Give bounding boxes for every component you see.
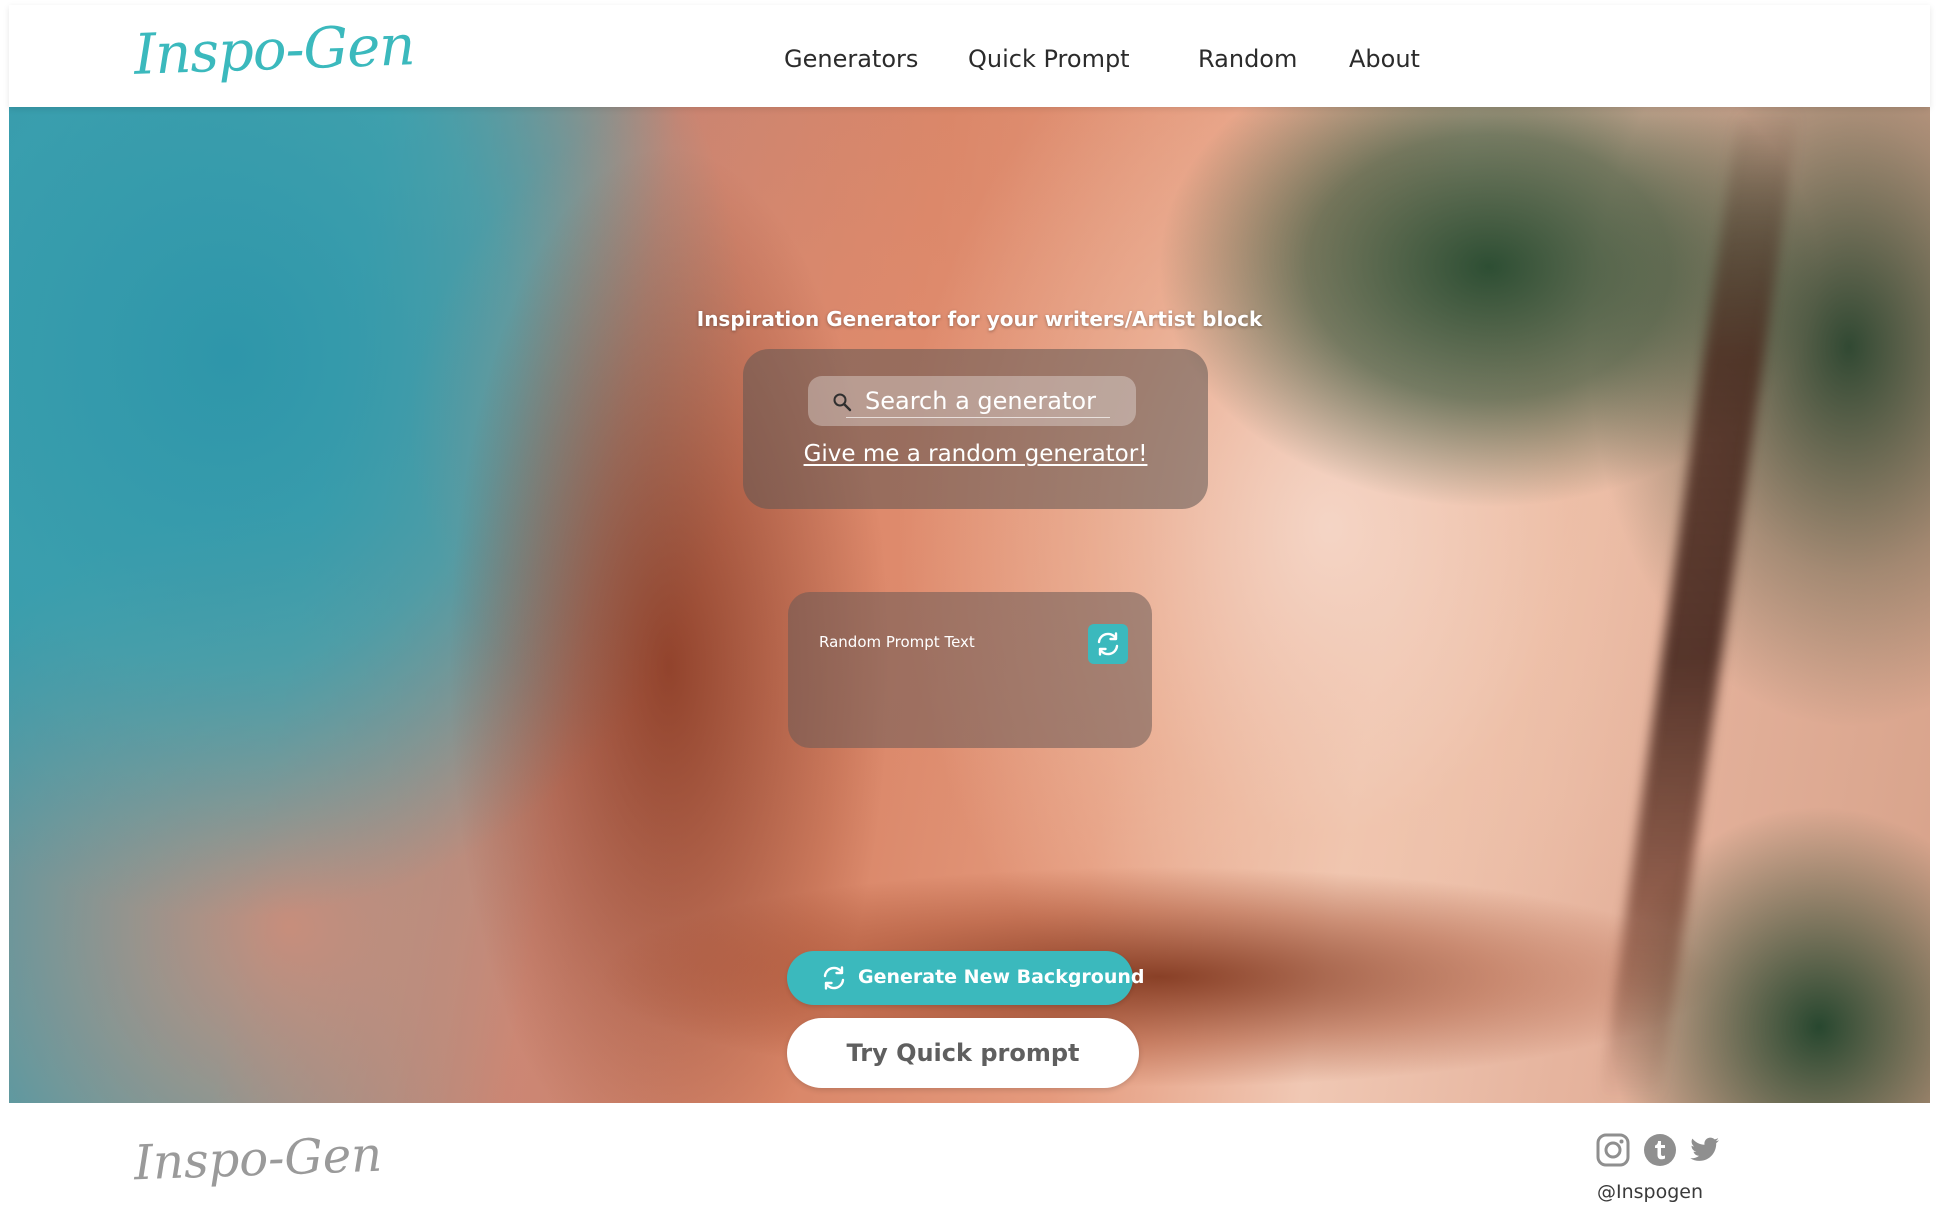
search-input[interactable]: Search a generator (808, 376, 1136, 426)
site-header: Inspo-Gen Generators Quick Prompt Random… (9, 5, 1930, 107)
nav-generators[interactable]: Generators (784, 45, 918, 73)
search-icon (833, 393, 852, 412)
generate-background-label: Generate New Background (858, 966, 1145, 988)
try-quick-prompt-button[interactable]: Try Quick prompt (787, 1018, 1139, 1088)
tumblr-icon[interactable] (1643, 1133, 1677, 1167)
hero-section: Inspiration Generator for your writers/A… (9, 107, 1930, 1103)
search-underline (846, 417, 1110, 418)
nav-random[interactable]: Random (1198, 45, 1297, 73)
footer-logo[interactable]: Inspo-Gen (133, 1127, 383, 1192)
generate-background-button[interactable]: Generate New Background (787, 951, 1145, 1005)
refresh-prompt-button[interactable] (1088, 624, 1128, 664)
nav-about[interactable]: About (1349, 45, 1420, 73)
social-handle: @Inspogen (1597, 1181, 1704, 1203)
instagram-icon[interactable] (1596, 1133, 1630, 1167)
random-generator-link[interactable]: Give me a random generator! (743, 441, 1208, 467)
search-placeholder: Search a generator (865, 387, 1096, 415)
site-footer: Inspo-Gen @Inspogen (0, 1103, 1938, 1217)
nav-quick-prompt[interactable]: Quick Prompt (968, 45, 1130, 73)
page: Inspo-Gen Generators Quick Prompt Random… (0, 0, 1938, 1217)
random-prompt-card: Random Prompt Text (788, 592, 1152, 748)
hero-tagline: Inspiration Generator for your writers/A… (696, 307, 1263, 331)
main-nav: Generators Quick Prompt Random About (9, 5, 1930, 107)
background-image (1599, 107, 1799, 1103)
twitter-icon[interactable] (1690, 1137, 1720, 1163)
random-prompt-text: Random Prompt Text (819, 633, 975, 651)
refresh-icon (1097, 632, 1119, 656)
search-panel: Search a generator Give me a random gene… (743, 349, 1208, 509)
refresh-icon (823, 966, 845, 990)
